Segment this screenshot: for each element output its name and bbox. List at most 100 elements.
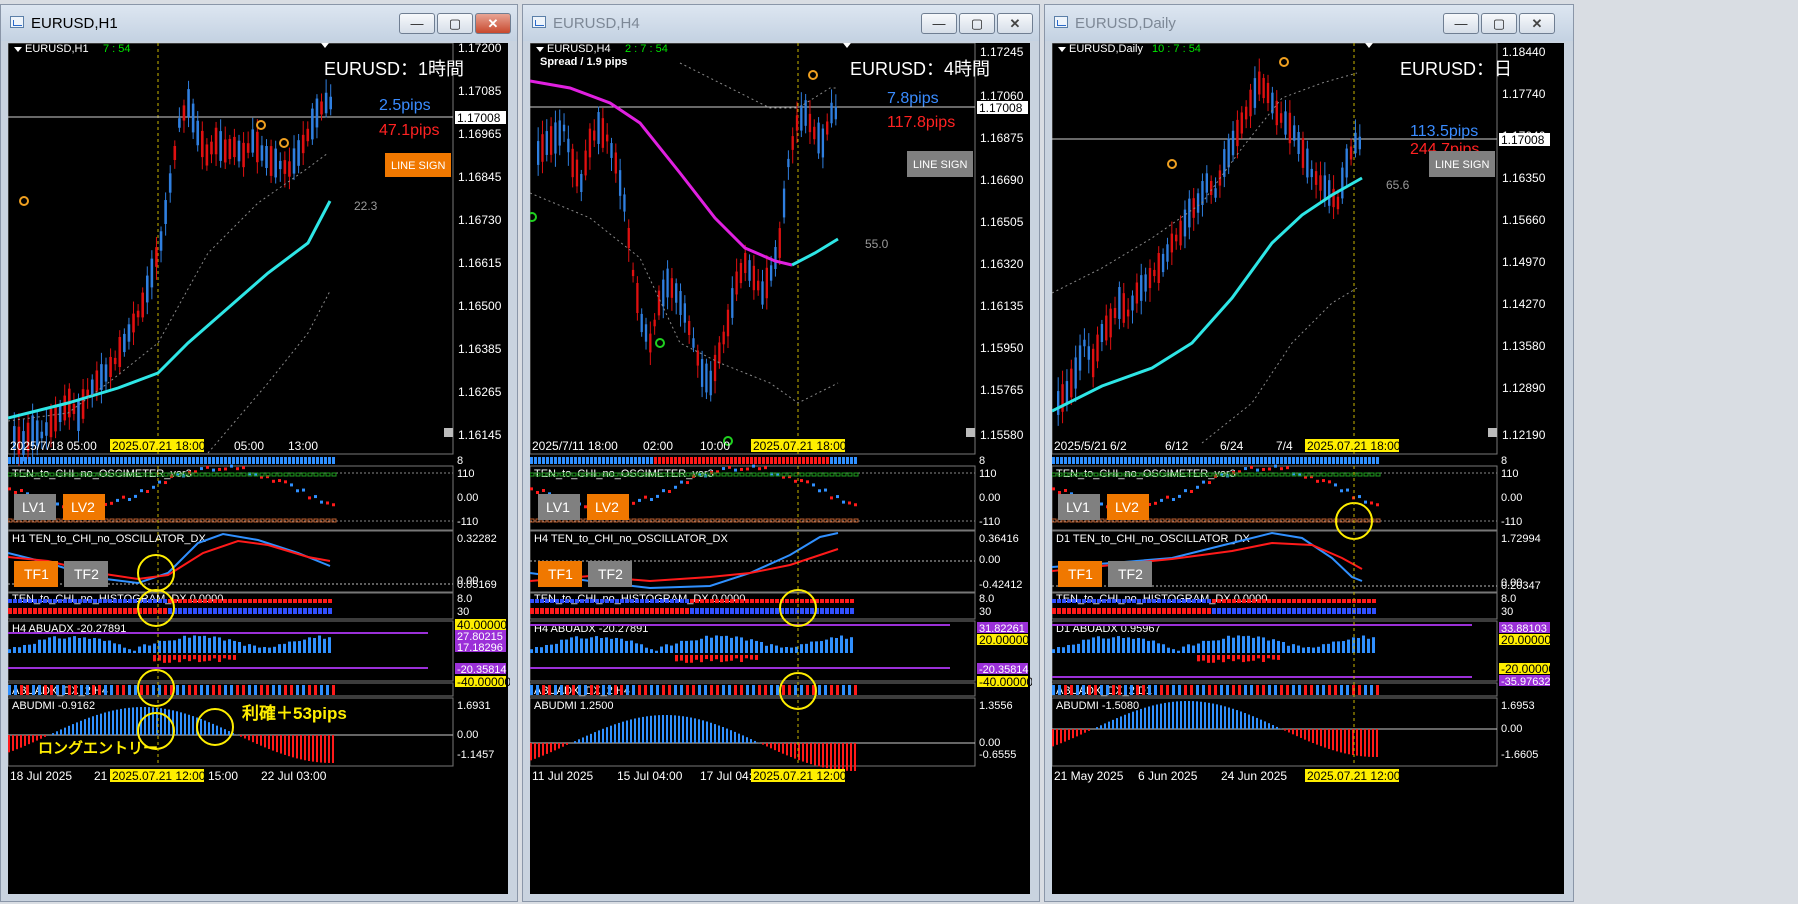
adx-bar <box>1322 644 1325 653</box>
shift-marker-icon[interactable] <box>321 43 329 48</box>
candle-body <box>567 138 570 153</box>
chart-svg[interactable]: EURUSD,Daily 10 : 7 : 54 EURUSD：日 113.5p… <box>1052 43 1566 896</box>
zoom-plus-icon[interactable] <box>1488 428 1497 437</box>
adx2-bar <box>824 685 827 695</box>
zoom-plus-icon[interactable] <box>444 428 453 437</box>
chart-canvas[interactable]: EURUSD,Daily 10 : 7 : 54 EURUSD：日 113.5p… <box>1052 43 1564 894</box>
hist-bar <box>278 599 282 603</box>
hist-bar <box>158 608 162 614</box>
hist-bar <box>805 599 809 603</box>
dmi-bar <box>44 735 46 737</box>
osc-box <box>721 472 727 477</box>
close-button[interactable]: ✕ <box>997 13 1033 34</box>
adx2-bar <box>740 685 743 695</box>
highlight-circle <box>196 708 234 746</box>
dropdown-icon[interactable] <box>536 47 544 52</box>
strip-tick <box>1120 457 1123 464</box>
hist-bar <box>715 599 719 603</box>
zoom-plus-icon[interactable] <box>966 428 975 437</box>
shift-marker-icon[interactable] <box>1365 43 1373 48</box>
chart-window-h1[interactable]: EURUSD,H1 — ▢ ✕ EURUSD,H1 7 : 54 EURUSD：… <box>0 4 518 902</box>
strip-tick <box>674 457 677 464</box>
osc-dot <box>740 467 743 471</box>
adx2-bar <box>1286 685 1289 695</box>
adx-bar <box>620 638 623 653</box>
adx-bar <box>278 644 281 653</box>
dropdown-icon[interactable] <box>14 47 22 52</box>
adx-bar <box>740 655 743 663</box>
chart-svg[interactable]: EURUSD,H4 2 : 7 : 54 Spread / 1.9 pips E… <box>530 43 1032 896</box>
hist-bar <box>1117 599 1121 603</box>
strip-tick <box>722 457 725 464</box>
adx-bar <box>1207 655 1210 663</box>
hist-bar <box>1062 599 1066 603</box>
adx-bar <box>1212 640 1215 653</box>
dmi-bar <box>92 716 94 735</box>
window-titlebar[interactable]: EURUSD,H1 — ▢ ✕ <box>1 5 517 41</box>
strip-tick <box>144 457 147 464</box>
minimize-button[interactable]: — <box>921 13 957 34</box>
adx-bar <box>1132 638 1135 653</box>
adx-bar <box>48 637 51 653</box>
window-titlebar[interactable]: EURUSD,H4 — ▢ ✕ <box>523 5 1039 41</box>
adx-bar <box>590 637 593 653</box>
tf1-label: TF1 <box>548 566 573 582</box>
adx-bar <box>218 655 221 663</box>
osc-dot <box>122 495 125 499</box>
adx-axis: -20.00000 <box>1501 662 1555 676</box>
hist-bar <box>298 608 302 614</box>
hist-bar <box>223 608 227 614</box>
maximize-button[interactable]: ▢ <box>959 13 995 34</box>
maximize-button[interactable]: ▢ <box>437 13 473 34</box>
hist-bar <box>565 608 569 614</box>
dmi-bar <box>152 707 154 735</box>
hist-bar <box>1137 608 1141 614</box>
dmi-bar <box>204 720 206 735</box>
chart-canvas[interactable]: EURUSD,H1 7 : 54 EURUSD：1時間 2.5pips 47.1… <box>8 43 510 896</box>
strip-tick <box>1068 457 1071 464</box>
hist-bar <box>735 599 739 603</box>
hist-bar <box>540 599 544 603</box>
adx-bar <box>1102 638 1105 653</box>
chart-svg[interactable]: EURUSD,H1 7 : 54 EURUSD：1時間 2.5pips 47.1… <box>8 43 510 896</box>
dmi-bar <box>220 727 222 735</box>
adx-bar <box>735 636 738 653</box>
hist-bar <box>1317 599 1321 603</box>
adx-bar <box>228 639 231 653</box>
hist-bar <box>760 599 764 603</box>
adx2-bar <box>668 685 671 695</box>
adx-bar <box>198 655 201 663</box>
osc-dot <box>854 503 857 507</box>
close-button[interactable]: ✕ <box>1519 13 1555 34</box>
minimize-button[interactable]: — <box>399 13 435 34</box>
window-titlebar[interactable]: EURUSD,Daily — ▢ ✕ <box>1045 5 1573 41</box>
hist-bar <box>660 608 664 614</box>
adx-bar <box>785 646 788 653</box>
hist-bar <box>575 599 579 603</box>
candle-body <box>726 309 730 337</box>
strip-tick <box>1252 457 1255 464</box>
chart-window-daily[interactable]: EURUSD,Daily — ▢ ✕ EURUSD,Daily 10 : 7 :… <box>1044 4 1574 902</box>
hist-bar <box>1277 599 1281 603</box>
shift-marker-icon[interactable] <box>843 43 851 48</box>
strip-tick <box>1236 457 1239 464</box>
dmi-bar <box>1120 716 1122 729</box>
chart-window-h4[interactable]: EURUSD,H4 — ▢ ✕ EURUSD,H4 2 : 7 : 54 Spr… <box>522 4 1040 902</box>
close-button[interactable]: ✕ <box>475 13 511 34</box>
strip-tick <box>834 457 837 464</box>
minimize-button[interactable]: — <box>1443 13 1479 34</box>
chart-canvas[interactable]: EURUSD,H4 2 : 7 : 54 Spread / 1.9 pips E… <box>530 43 1032 896</box>
dmi-bar <box>20 735 22 748</box>
candle-body <box>588 128 592 158</box>
strip-tick <box>770 457 773 464</box>
dmi-bar <box>1076 729 1078 737</box>
osc-dot <box>212 468 215 472</box>
maximize-button[interactable]: ▢ <box>1481 13 1517 34</box>
adx-bar <box>313 637 316 653</box>
adx2-bar <box>272 685 275 695</box>
dmi-bar <box>1312 729 1314 744</box>
dropdown-icon[interactable] <box>1058 47 1066 52</box>
candle-body <box>127 324 131 342</box>
hist-bar <box>835 608 839 614</box>
dmi-bar <box>530 743 532 761</box>
